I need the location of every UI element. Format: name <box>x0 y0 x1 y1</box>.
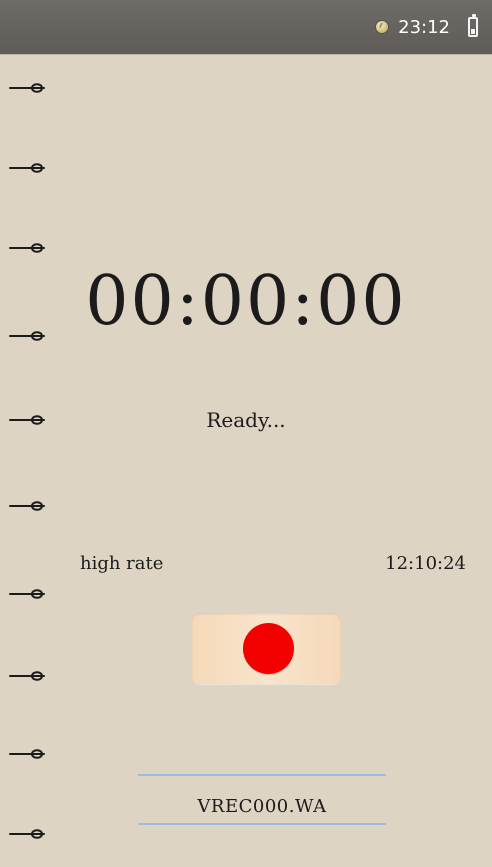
battery-icon <box>468 14 478 37</box>
binder-ring-icon <box>8 746 48 762</box>
record-icon <box>243 623 294 674</box>
binder-ring-icon <box>8 586 48 602</box>
binder-ring-icon <box>8 826 48 842</box>
record-button[interactable] <box>192 613 341 684</box>
binder-rings <box>8 80 48 840</box>
clock-label: 12:10:24 <box>385 553 466 574</box>
binder-ring-icon <box>8 80 48 96</box>
status-right: 23:12 <box>376 14 478 40</box>
status-time: 23:12 <box>398 16 450 38</box>
status-bar: 23:12 <box>0 0 492 54</box>
binder-ring-icon <box>8 240 48 256</box>
recording-timer: 00:00:00 <box>85 262 407 341</box>
sample-rate-label: high rate <box>80 553 164 574</box>
filename-box: VREC000.WA <box>138 774 386 825</box>
recorder-status: Ready... <box>206 408 286 432</box>
binder-ring-icon <box>8 160 48 176</box>
alarm-icon <box>376 21 389 33</box>
filename-text: VREC000.WA <box>197 796 327 817</box>
binder-ring-icon <box>8 498 48 514</box>
binder-ring-icon <box>8 668 48 684</box>
